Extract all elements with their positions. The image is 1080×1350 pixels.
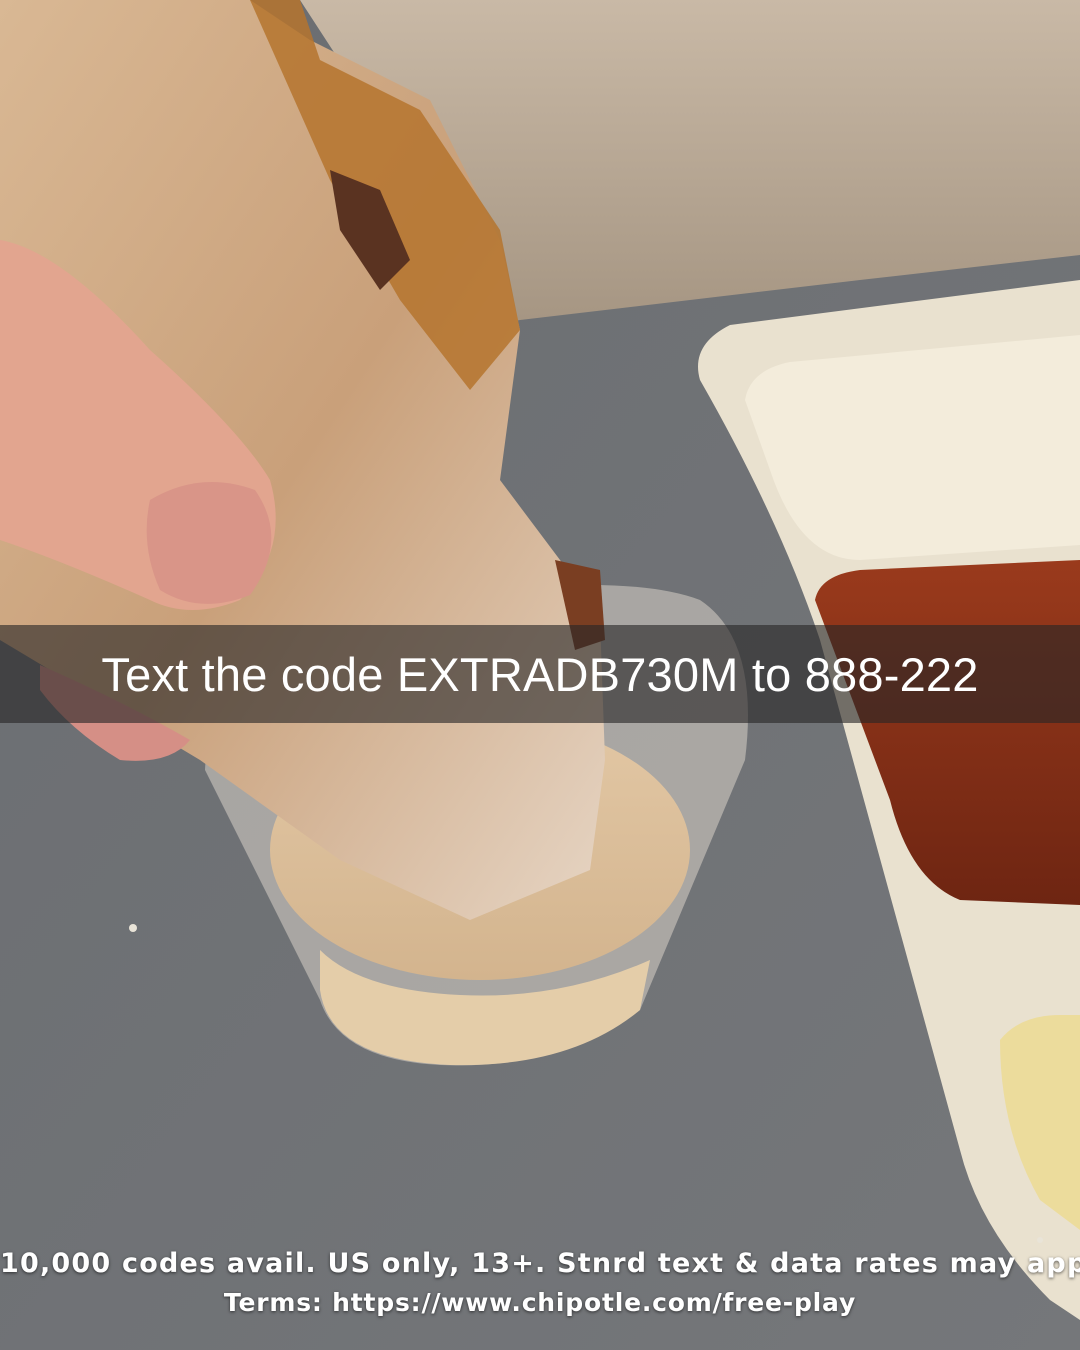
- fineprint-line-1: 10,000 codes avail. US only, 13+. Stnrd …: [0, 1248, 1080, 1279]
- fineprint-terms-link[interactable]: Terms: https://www.chipotle.com/free-pla…: [0, 1288, 1080, 1317]
- promo-caption: Text the code EXTRADB730M to 888-222: [101, 647, 979, 701]
- crumb: [129, 924, 137, 932]
- crumb: [1037, 1237, 1043, 1243]
- promo-caption-bar: Text the code EXTRADB730M to 888-222: [0, 625, 1080, 723]
